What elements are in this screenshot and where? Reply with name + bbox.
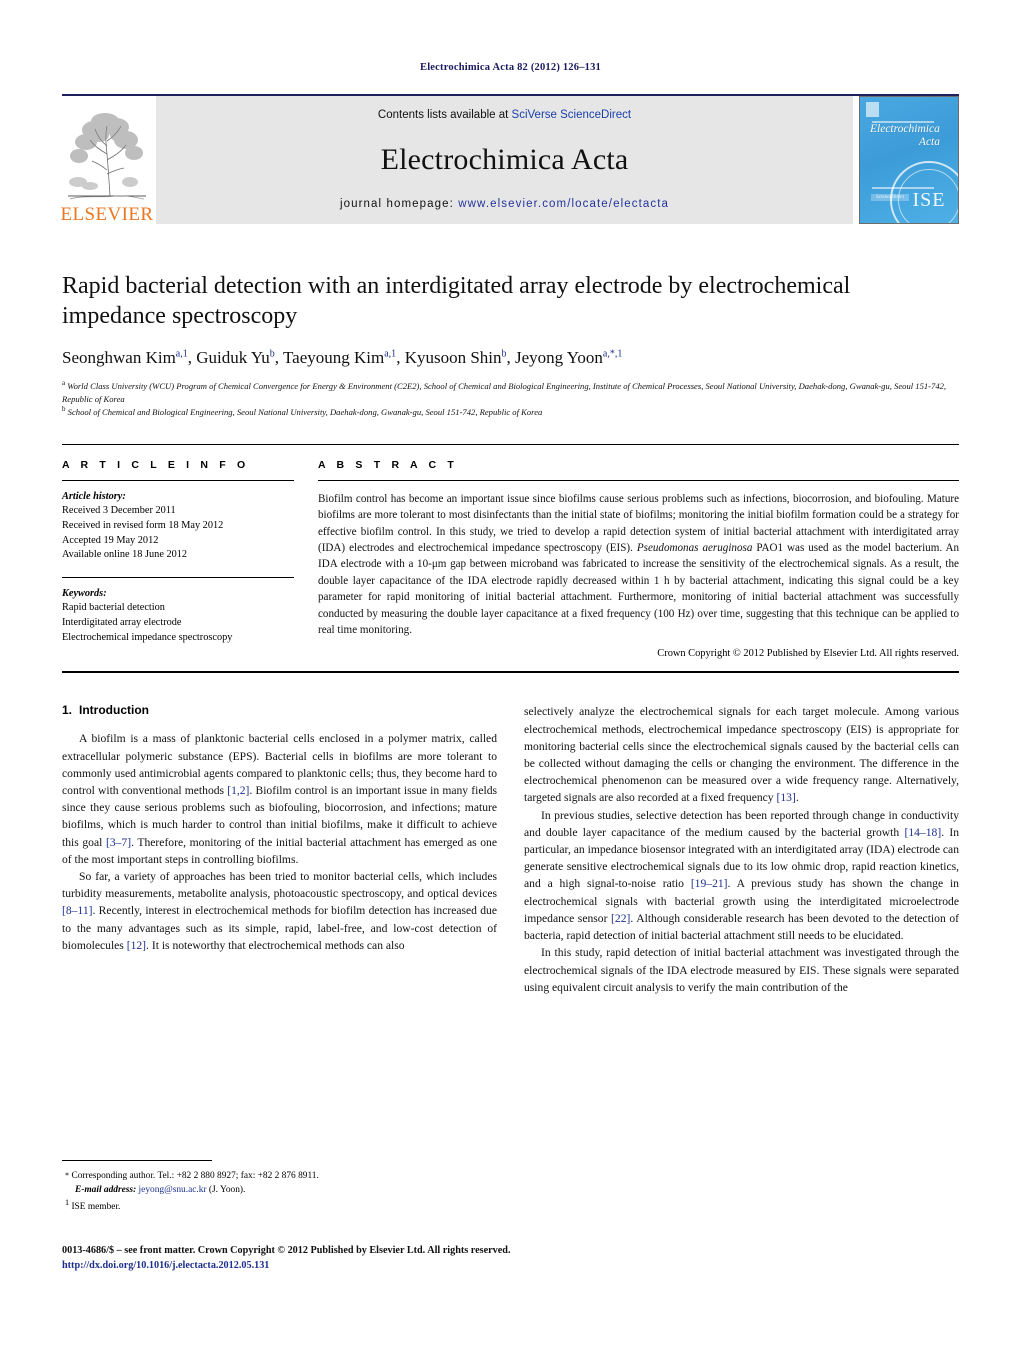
doi-link[interactable]: http://dx.doi.org/10.1016/j.electacta.20… (62, 1258, 962, 1273)
abstract-species-name: Pseudomonas aeruginosa (636, 542, 753, 555)
p2-seg-a: So far, a variety of approaches has been… (62, 870, 497, 901)
contents-lists-prefix: Contents lists available at (377, 109, 512, 121)
p4-seg-a: In previous studies, selective detection… (524, 808, 959, 839)
author-list: Seonghwan Kima,1, Guiduk Yub, Taeyoung K… (62, 348, 623, 368)
journal-masthead: ELSEVIER Contents lists available at Sci… (60, 94, 959, 225)
abstract-rule (318, 479, 959, 481)
p3-seg-b: . (795, 791, 799, 805)
ise-seal-label: ISE (912, 188, 946, 211)
history-item: Accepted 19 May 2012 (62, 534, 159, 546)
section-number: 1. (62, 703, 73, 718)
footnote-ise-member: 1 ISE member. (62, 1197, 492, 1214)
article-info-column: A R T I C L E I N F O Article history: R… (62, 459, 294, 660)
citation-ref[interactable]: [12] (127, 939, 146, 952)
citation-ref[interactable]: [13] (776, 791, 795, 804)
footnote-mark-one: 1 (65, 1198, 70, 1208)
section-label: Introduction (79, 703, 149, 718)
p2-seg-d: . It is noteworthy that electrochemical … (146, 938, 405, 952)
history-item: Received 3 December 2011 (62, 505, 176, 517)
page-title: Rapid bacterial detection with an interd… (62, 273, 851, 330)
footnote-rule (62, 1160, 212, 1161)
journal-homepage-line: journal homepage: www.elsevier.com/locat… (340, 198, 669, 210)
history-item: Received in revised form 18 May 2012 (62, 520, 224, 532)
affiliation-a-text: World Class University (WCU) Program of … (62, 381, 947, 404)
keywords-block: Keywords: Rapid bacterial detection Inte… (62, 587, 294, 645)
page-footer: 0013-4686/$ – see front matter. Crown Co… (62, 1243, 962, 1274)
email-suffix: (J. Yoon). (206, 1185, 246, 1196)
homepage-label: journal homepage: (339, 198, 454, 210)
article-info-rule (62, 479, 294, 481)
info-abstract-section: A R T I C L E I N F O Article history: R… (62, 443, 959, 660)
elsevier-wordmark: ELSEVIER (60, 204, 154, 225)
footnotes-block: * Corresponding author. Tel.: +82 2 880 … (62, 1160, 492, 1214)
sciverse-link[interactable]: SciVerse (512, 109, 557, 121)
journal-banner: Contents lists available at SciVerse Sci… (156, 96, 853, 224)
paragraph-intro-3: selectively analyze the electrochemical … (524, 703, 959, 806)
cover-journal-title: Electrochimica Acta (870, 123, 950, 149)
title-block: Rapid bacterial detection with an interd… (62, 271, 959, 418)
footnote-corresponding-author: * Corresponding author. Tel.: +82 2 880 … (62, 1169, 492, 1183)
email-link[interactable]: jeyong@snu.ac.kr (139, 1185, 207, 1195)
abstract-text: Biofilm control has become an important … (318, 491, 959, 639)
affiliation-a: a World Class University (WCU) Program o… (62, 379, 947, 404)
p3-seg-a: selectively analyze the electrochemical … (524, 705, 959, 805)
elsevier-logo: ELSEVIER (60, 96, 154, 225)
article-info-heading: A R T I C L E I N F O (62, 458, 250, 471)
footnote-mark-asterisk: * (65, 1171, 70, 1180)
citation-ref[interactable]: [14–18] (904, 826, 941, 839)
cover-title-line2: Acta (918, 136, 940, 149)
body-columns: 1. Introduction A biofilm is a mass of pl… (62, 703, 959, 995)
ise-seal-icon: ISE (890, 161, 958, 223)
article-first-page: Electrochimica Acta 82 (2012) 126–131 EL… (0, 0, 1021, 1351)
citation-ref[interactable]: [3–7] (106, 836, 131, 849)
journal-cover-thumbnail[interactable]: Electrochimica Acta ScienceDirect ISE (859, 96, 959, 224)
affiliation-b: b School of Chemical and Biological Engi… (62, 404, 543, 417)
issn-copyright-line: 0013-4686/$ – see front matter. Crown Co… (62, 1245, 511, 1256)
abstract-bottom-rule (62, 671, 959, 674)
paragraph-intro-5: In this study, rapid detection of initia… (524, 946, 959, 994)
body-column-right: selectively analyze the electrochemical … (524, 703, 959, 995)
affiliations: a World Class University (WCU) Program o… (62, 379, 959, 417)
article-history-label: Article history: (62, 490, 126, 502)
email-label: E-mail address: (75, 1185, 137, 1196)
running-head: Electrochimica Acta 82 (2012) 126–131 (419, 62, 601, 73)
sciencedirect-link[interactable]: ScienceDirect (557, 109, 631, 121)
footnote-corresponding-text: Corresponding author. Tel.: +82 2 880 89… (71, 1171, 319, 1181)
abstract-part-2: PAO1 was used as the model bacterium. An… (318, 542, 960, 637)
citation-ref[interactable]: [8–11] (62, 904, 92, 917)
citation-ref[interactable]: [22] (611, 912, 630, 925)
journal-title: Electrochimica Acta (380, 142, 629, 176)
keyword-item: Rapid bacterial detection (62, 602, 165, 614)
cover-title-line1: Electrochimica (870, 123, 940, 135)
section-heading-introduction: 1. Introduction (62, 703, 497, 717)
keywords-rule (62, 576, 294, 578)
abstract-heading: A B S T R A C T (318, 458, 458, 471)
keyword-item: Interdigitated array electrode (62, 617, 182, 629)
affiliation-b-text: School of Chemical and Biological Engine… (67, 406, 543, 417)
abstract-column: A B S T R A C T Biofilm control has beco… (318, 458, 959, 660)
cover-elsevier-icon (866, 102, 879, 117)
article-history: Article history: Received 3 December 201… (62, 490, 294, 563)
paragraph-intro-2: So far, a variety of approaches has been… (62, 868, 497, 954)
elsevier-tree-icon (64, 108, 150, 204)
history-item: Available online 18 June 2012 (62, 549, 188, 561)
abstract-copyright: Crown Copyright © 2012 Published by Else… (657, 648, 959, 660)
keyword-item: Electrochemical impedance spectroscopy (62, 631, 233, 643)
homepage-url-link[interactable]: www.elsevier.com/locate/electacta (454, 198, 669, 210)
paragraph-intro-1: A biofilm is a mass of planktonic bacter… (62, 730, 497, 868)
citation-ref[interactable]: [1,2] (227, 784, 249, 797)
paragraph-intro-4: In previous studies, selective detection… (524, 807, 959, 945)
citation-ref[interactable]: [19–21] (691, 877, 728, 890)
contents-lists-line: Contents lists available at SciVerse Sci… (378, 109, 631, 121)
footnote-email: E-mail address: jeyong@snu.ac.kr (J. Yoo… (62, 1183, 492, 1197)
footnote-ise-text: ISE member. (71, 1202, 121, 1213)
body-column-left: 1. Introduction A biofilm is a mass of pl… (62, 703, 497, 995)
keywords-label: Keywords: (62, 587, 107, 599)
